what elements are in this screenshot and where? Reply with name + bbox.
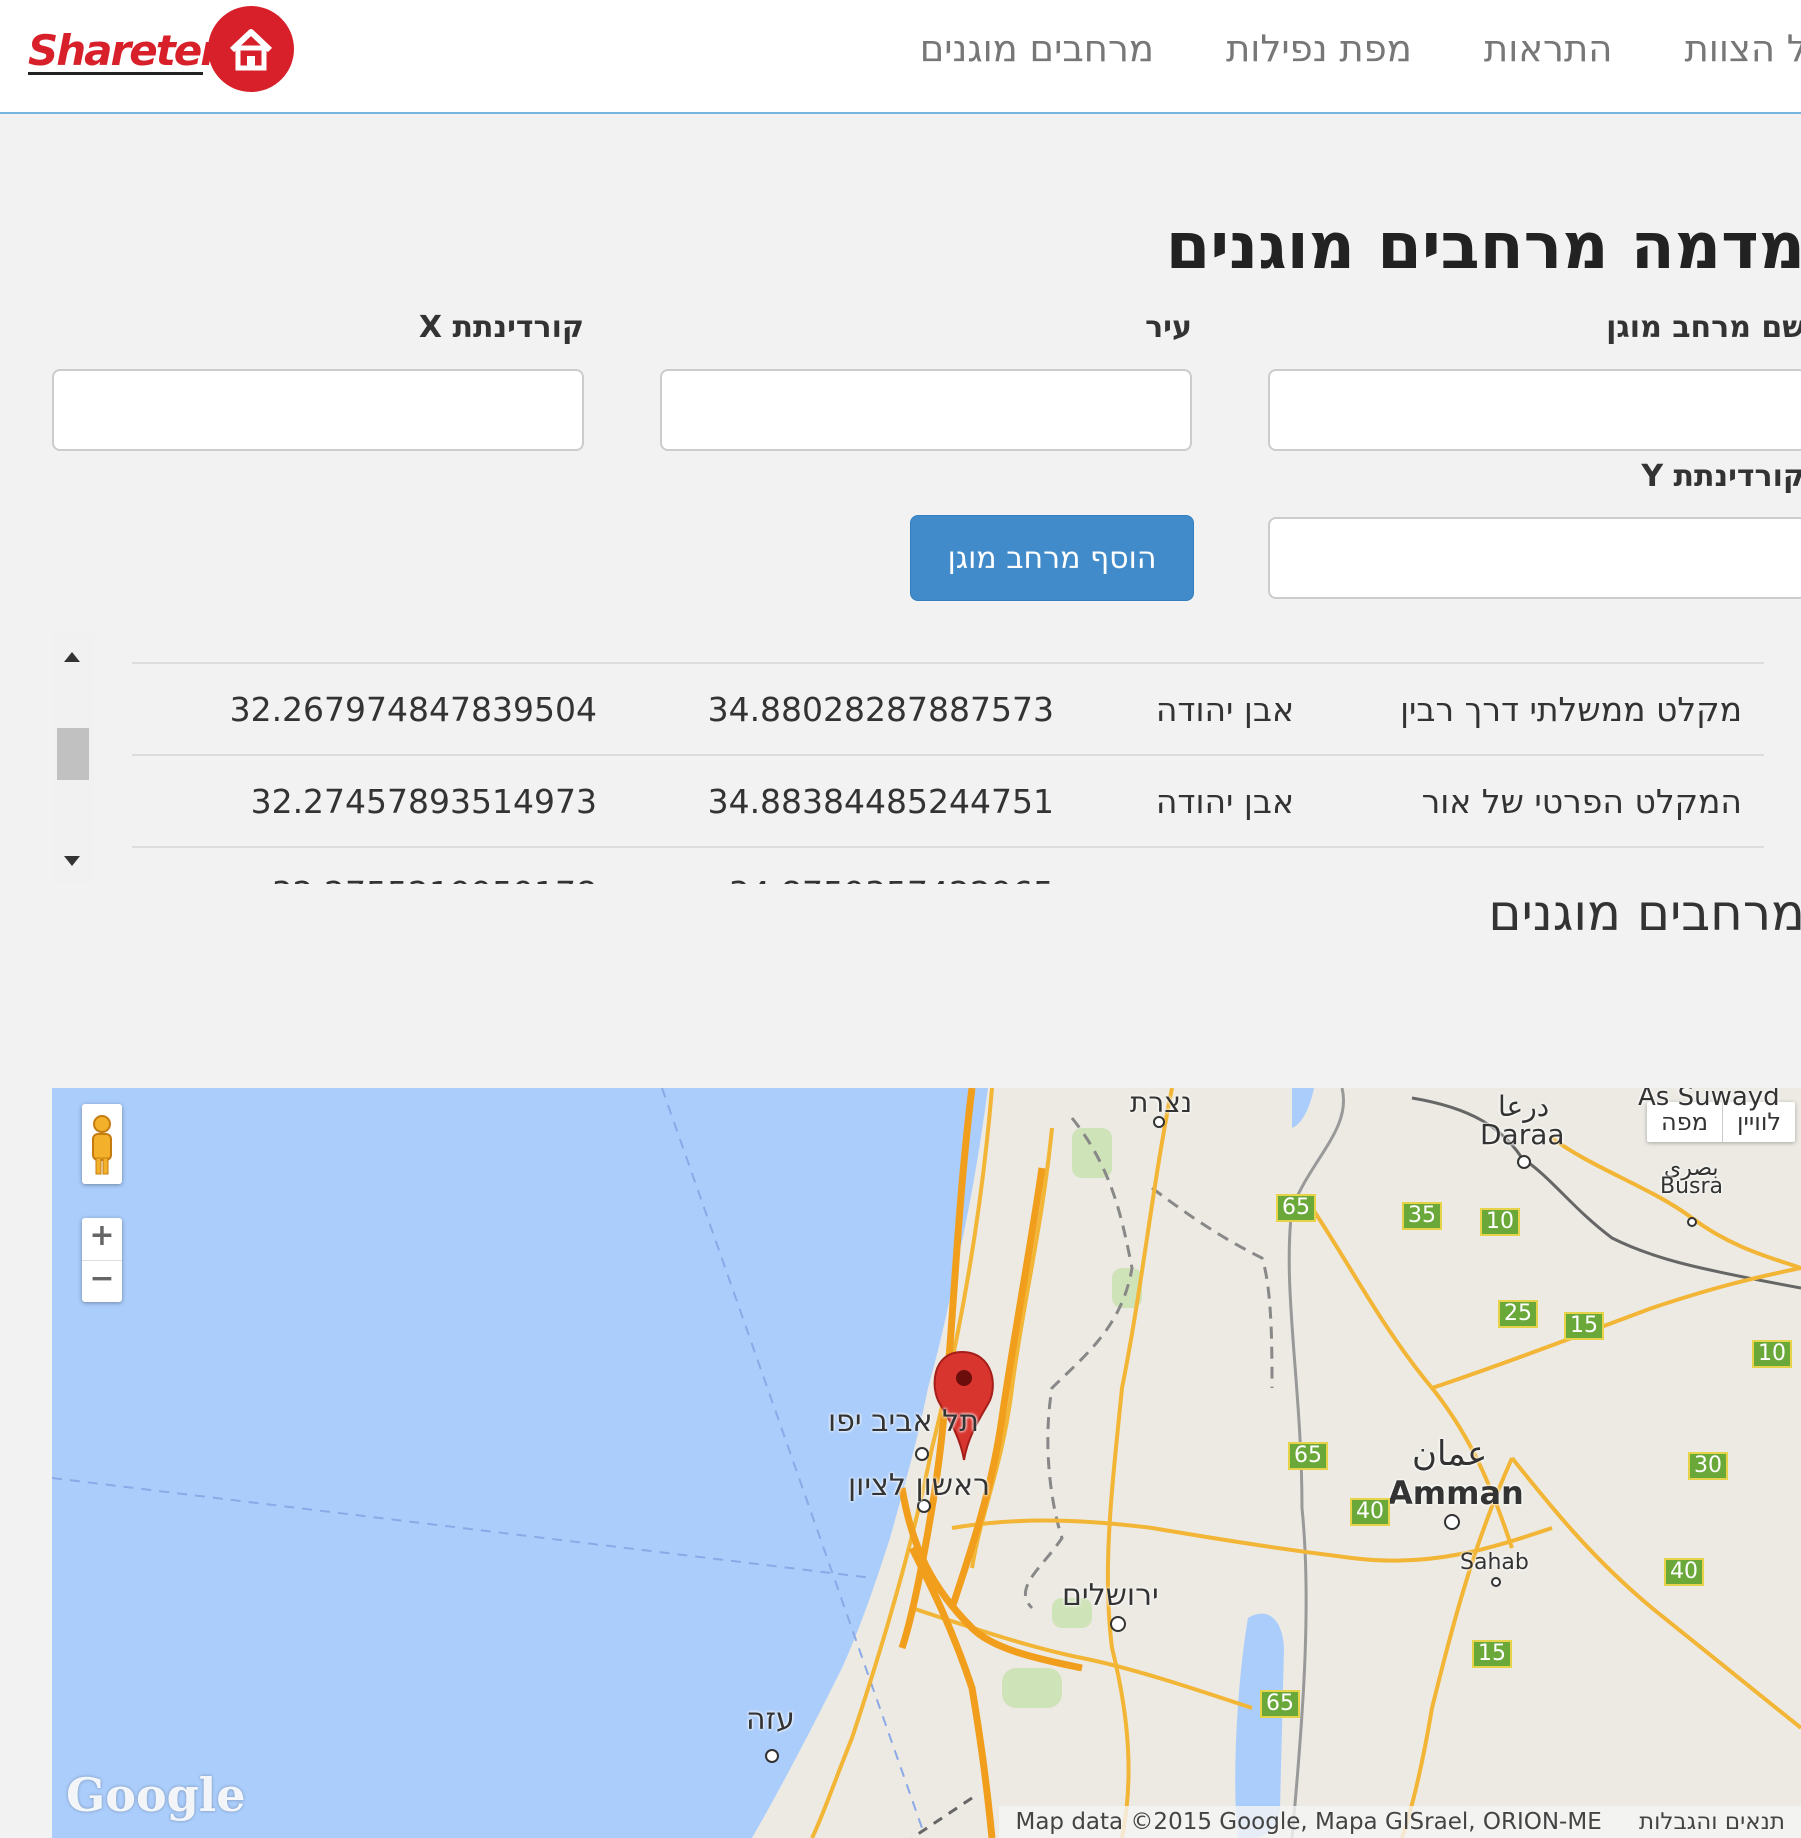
name-label: שם מרחב מוגן bbox=[1606, 310, 1801, 345]
road-number-badge: 40 bbox=[1350, 1498, 1390, 1526]
google-logo: Google bbox=[66, 1768, 246, 1822]
y-coordinate-label: קורדינתת Y bbox=[1641, 459, 1801, 494]
map-place-label: Busra bbox=[1660, 1174, 1724, 1199]
map-place-label: As Suwayd bbox=[1638, 1088, 1780, 1112]
y-coordinate-input[interactable] bbox=[1268, 517, 1801, 599]
road-number-badge: 65 bbox=[1276, 1194, 1316, 1222]
map-attribution: Map data ©2015 Google, Mapa GISrael, ORI… bbox=[999, 1806, 1801, 1838]
table-scrollbar[interactable] bbox=[52, 634, 94, 884]
x-coordinate-cell: 34.88384485244751 bbox=[707, 782, 1054, 821]
x-coordinate-cell: 34.8759357422965 bbox=[729, 848, 1054, 884]
road-number-badge: 15 bbox=[1472, 1640, 1512, 1668]
shelter-name-cell: מקלט ממשלתי דרך רבין bbox=[1400, 690, 1742, 729]
shelters-map[interactable]: + − לוויין מפה נצרת درعا Daraa As Suwayd… bbox=[52, 1088, 1801, 1838]
main-nav: על הצוות התראות מפת נפילות מרחבים מוגנים bbox=[848, 24, 1801, 84]
city-cell: אבן יהודה bbox=[1155, 782, 1294, 821]
map-tiles bbox=[52, 1088, 1801, 1838]
y-coordinate-cell: 32.267974847839504 bbox=[229, 690, 597, 729]
zoom-out-icon[interactable]: − bbox=[82, 1261, 122, 1303]
road-number-badge: 25 bbox=[1498, 1300, 1538, 1328]
city-cell: אבן יהודה bbox=[1155, 690, 1294, 729]
brand-logo[interactable]: Shareter bbox=[28, 6, 294, 94]
shelters-table[interactable]: מקלט ממשלתי דרך רבין אבן יהודה 34.880282… bbox=[52, 634, 1801, 884]
house-icon bbox=[208, 6, 294, 92]
zoom-in-icon[interactable]: + bbox=[82, 1218, 122, 1261]
x-coordinate-label: קורדינתת X bbox=[418, 310, 584, 345]
y-coordinate-cell: 32.2755219959178 bbox=[272, 848, 597, 884]
logo-text: Shareter bbox=[28, 26, 221, 75]
nav-impact-map[interactable]: מפת נפילות bbox=[1226, 24, 1412, 84]
table-row: 34.8759357422965 32.2755219959178 bbox=[132, 846, 1764, 884]
shelter-name-input[interactable] bbox=[1268, 369, 1801, 451]
page-title: מדמה מרחבים מוגנים bbox=[1165, 210, 1801, 284]
table-row: המקלט הפרטי של אור אבן יהודה 34.88384485… bbox=[132, 754, 1764, 848]
add-shelter-button[interactable]: הוסף מרחב מוגן bbox=[910, 515, 1194, 601]
scroll-thumb[interactable] bbox=[57, 728, 89, 780]
terms-link[interactable]: תנאים והגבלות bbox=[1639, 1809, 1785, 1835]
shelter-name-cell: המקלט הפרטי של אור bbox=[1421, 782, 1742, 821]
road-number-badge: 10 bbox=[1752, 1340, 1792, 1368]
map-place-label: Daraa bbox=[1480, 1118, 1565, 1151]
road-number-badge: 35 bbox=[1402, 1202, 1442, 1230]
road-number-badge: 15 bbox=[1564, 1312, 1604, 1340]
scroll-down-arrow-icon[interactable] bbox=[64, 856, 80, 866]
map-place-label: Sahab bbox=[1460, 1550, 1529, 1575]
y-coordinate-cell: 32.27457893514973 bbox=[250, 782, 597, 821]
map-place-label: عمان bbox=[1412, 1434, 1488, 1474]
road-number-badge: 40 bbox=[1664, 1558, 1704, 1586]
zoom-control: + − bbox=[82, 1218, 122, 1302]
scroll-up-arrow-icon[interactable] bbox=[64, 652, 80, 662]
map-place-label: עזה bbox=[746, 1702, 795, 1737]
navbar: Shareter על הצוות התראות מפת נפילות מרחב… bbox=[0, 0, 1801, 114]
logo-underline bbox=[28, 72, 203, 75]
nav-shelters[interactable]: מרחבים מוגנים bbox=[920, 24, 1154, 84]
map-place-label: ירושלים bbox=[1062, 1578, 1159, 1613]
table-row: מקלט ממשלתי דרך רבין אבן יהודה 34.880282… bbox=[132, 662, 1764, 756]
map-place-label: Amman bbox=[1388, 1474, 1524, 1512]
nav-team[interactable]: על הצוות bbox=[1684, 24, 1801, 84]
road-number-badge: 30 bbox=[1688, 1452, 1728, 1480]
city-label: עיר bbox=[1145, 310, 1192, 345]
map-place-label: תל אביב יפו bbox=[828, 1404, 979, 1439]
map-section-title: מרחבים מוגנים bbox=[1488, 884, 1801, 942]
street-view-pegman-icon[interactable] bbox=[82, 1104, 122, 1184]
map-data-credit: Map data ©2015 Google, Mapa GISrael, ORI… bbox=[1015, 1809, 1602, 1835]
x-coordinate-cell: 34.88028287887573 bbox=[707, 690, 1054, 729]
road-number-badge: 10 bbox=[1480, 1208, 1520, 1236]
nav-alerts[interactable]: התראות bbox=[1484, 24, 1613, 84]
city-input[interactable] bbox=[660, 369, 1192, 451]
road-number-badge: 65 bbox=[1288, 1442, 1328, 1470]
x-coordinate-input[interactable] bbox=[52, 369, 584, 451]
road-number-badge: 65 bbox=[1260, 1690, 1300, 1718]
map-place-label: נצרת bbox=[1130, 1088, 1193, 1119]
map-place-label: ראשון לציון bbox=[848, 1468, 991, 1503]
